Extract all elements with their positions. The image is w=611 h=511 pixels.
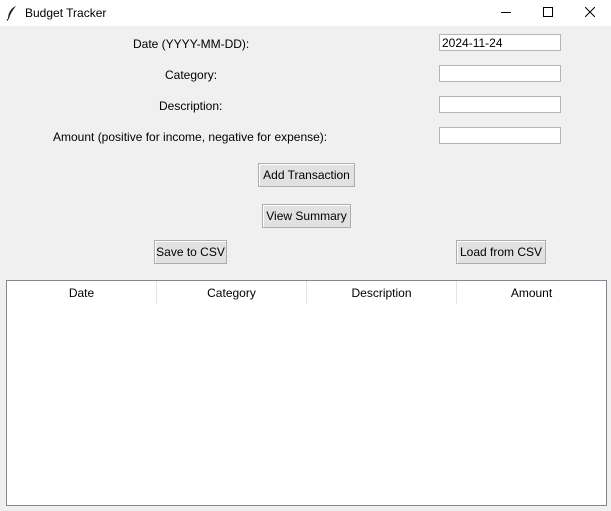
close-button[interactable] [567,0,611,26]
description-label: Description: [159,99,223,113]
column-header-category[interactable]: Category [157,281,307,304]
transactions-table[interactable]: Date Category Description Amount [6,280,607,506]
title-bar: Budget Tracker [0,0,611,26]
view-summary-button[interactable]: View Summary [262,204,351,228]
description-field[interactable] [439,96,561,113]
column-header-amount[interactable]: Amount [457,281,606,304]
date-field[interactable] [439,34,561,51]
add-transaction-button[interactable]: Add Transaction [258,163,355,187]
table-header: Date Category Description Amount [7,281,606,304]
category-field[interactable] [439,65,561,82]
close-icon [584,6,596,20]
maximize-button[interactable] [525,0,571,26]
amount-field[interactable] [439,127,561,144]
column-header-description[interactable]: Description [307,281,457,304]
minimize-icon [501,6,511,20]
feather-icon [6,5,18,21]
minimize-button[interactable] [483,0,529,26]
load-from-csv-button[interactable]: Load from CSV [456,240,546,264]
window-title: Budget Tracker [25,6,107,20]
save-to-csv-button[interactable]: Save to CSV [154,240,227,264]
amount-label: Amount (positive for income, negative fo… [53,130,328,144]
maximize-icon [543,6,553,20]
column-header-date[interactable]: Date [7,281,157,304]
date-label: Date (YYYY-MM-DD): [133,37,250,51]
category-label: Category: [165,68,218,82]
